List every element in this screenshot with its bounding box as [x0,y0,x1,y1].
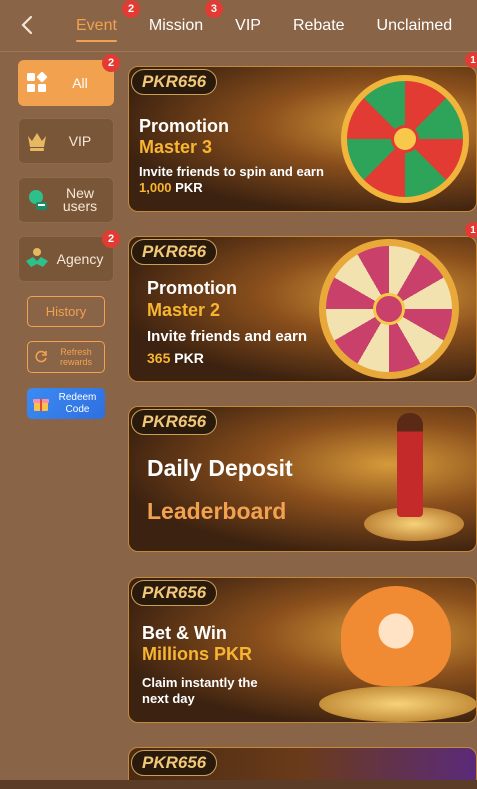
sidebar-badge: 2 [102,54,120,72]
fox-mascot-image [341,586,451,686]
banner-subtitle: Master 2 [147,300,221,320]
banner-description: Invite friends to spin and earn [139,164,324,179]
tab-event[interactable]: Event 2 [60,0,140,52]
sidebar-item-vip[interactable]: VIP [18,118,114,164]
sidebar-item-label: Agency [56,250,104,267]
lady-figure-image [397,413,423,517]
tab-vip[interactable]: VIP [219,0,277,52]
banner-description-2: next day [142,691,195,706]
banner-reward: 365 PKR [147,350,204,366]
promo-banner-master-2[interactable]: PKR656 Promotion Master 2 Invite friends… [128,236,477,382]
promo-banner-master-3[interactable]: PKR656 Promotion Master 3 Invite friends… [128,66,477,212]
banner-title: Promotion [147,278,237,298]
gift-icon [32,395,50,413]
promo-banner-daily-deposit[interactable]: PKR656 Daily Deposit Leaderboard [128,406,477,552]
banner-title: Promotion [139,116,229,136]
tab-label: Rebate [292,17,345,34]
tab-bar: Event 2 Mission 3 VIP Rebate Unclaimed [60,0,468,52]
sidebar-item-new-users[interactable]: New users [18,177,114,223]
top-nav: Event 2 Mission 3 VIP Rebate Unclaimed [0,0,477,52]
redeem-code-button[interactable]: Redeem Code [27,388,105,419]
sidebar-item-all[interactable]: All 2 [18,54,120,106]
banner-description: Invite friends and earn [147,328,308,345]
sidebar-item-agency[interactable]: Agency 2 [18,230,120,282]
refresh-icon [34,350,48,364]
tab-unclaimed[interactable]: Unclaimed [361,0,469,52]
banner-badge: 1 [465,222,477,238]
banner-subtitle: Master 3 [139,137,213,157]
history-label: History [45,304,87,319]
refresh-rewards-button[interactable]: Refresh rewards [27,341,105,373]
sidebar: All 2 VIP New users Agency 2 History Ref… [0,52,124,789]
event-page: Event 2 Mission 3 VIP Rebate Unclaimed A [0,0,477,789]
banner-title: Bet & Win [142,623,227,643]
tab-label: Event [76,17,117,34]
sidebar-item-label: VIP [68,132,92,149]
history-button[interactable]: History [27,296,105,327]
banner-title: Daily Deposit [147,455,293,481]
brand-logo: PKR656 [131,580,218,606]
banner-badge: 1 [465,52,477,68]
handshake-icon [24,246,50,272]
brand-logo: PKR656 [131,750,218,776]
banner-description: Claim instantly the [142,675,258,690]
tab-label: Unclaimed [376,17,453,34]
brand-logo: PKR656 [131,69,218,95]
sidebar-badge: 2 [102,230,120,248]
wheel-center-icon [391,125,419,153]
banner-subtitle: Millions PKR [142,644,253,664]
sidebar-item-label: New users [62,185,98,214]
brand-logo: PKR656 [131,239,218,265]
banner-subtitle: Leaderboard [147,498,287,524]
user-icon [24,187,50,213]
back-button[interactable] [14,12,40,38]
coins-image [319,686,476,722]
banner-reward: 1,000 PKR [139,180,203,195]
refresh-label: Refresh rewards [59,347,92,367]
wheel-center-icon [373,293,405,325]
brand-logo: PKR656 [131,409,218,435]
tab-label: VIP [235,17,261,34]
promo-banner-bet-win[interactable]: PKR656 Bet & Win Millions PKR Claim inst… [128,577,477,723]
tab-rebate[interactable]: Rebate [277,0,361,52]
grid-icon [24,70,50,96]
redeem-label: Redeem Code [58,391,97,415]
tab-mission[interactable]: Mission 3 [133,0,223,52]
chevron-left-icon [21,15,33,35]
tab-label: Mission [148,17,204,34]
bottom-nav-bar [0,780,477,789]
crown-icon [24,128,50,154]
sidebar-item-label: All [72,74,88,91]
